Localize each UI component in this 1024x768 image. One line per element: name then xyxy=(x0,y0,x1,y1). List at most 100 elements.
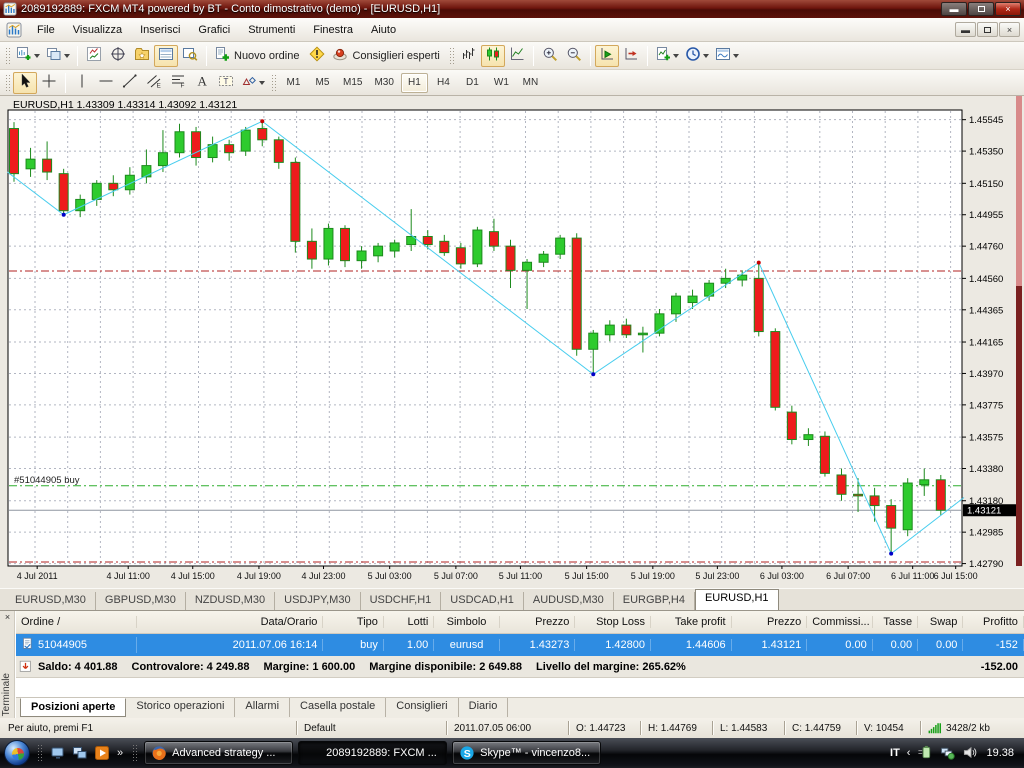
menu-finestra[interactable]: Finestra xyxy=(304,20,362,40)
dropdown-caret-icon[interactable] xyxy=(703,54,709,58)
column-header-10[interactable]: Tasse xyxy=(873,616,918,628)
candlestick-chart-button[interactable] xyxy=(481,45,505,67)
dropdown-caret-icon[interactable] xyxy=(259,81,265,85)
column-header-7[interactable]: Take profit xyxy=(651,616,732,628)
language-indicator[interactable]: IT xyxy=(890,747,900,759)
terminal-tab-casella-postale[interactable]: Casella postale xyxy=(290,698,386,717)
clock[interactable]: 19.38 xyxy=(986,747,1014,759)
mdi-minimize-button[interactable]: ▬ xyxy=(955,22,976,37)
timeframe-mn[interactable]: MN xyxy=(517,73,544,93)
column-header-12[interactable]: Profitto xyxy=(963,616,1023,628)
column-header-8[interactable]: Prezzo xyxy=(732,616,808,628)
plot-area[interactable] xyxy=(8,110,962,566)
chart-shift-button[interactable] xyxy=(619,45,643,67)
column-header-9[interactable]: Commissi... xyxy=(807,616,873,628)
dropdown-caret-icon[interactable] xyxy=(34,54,40,58)
zoom-in-button[interactable] xyxy=(538,45,562,67)
menu-visualizza[interactable]: Visualizza xyxy=(64,20,131,40)
balance-arrow-icon[interactable] xyxy=(19,660,32,673)
text-button[interactable]: A xyxy=(190,72,214,94)
terminal-tab-diario[interactable]: Diario xyxy=(459,698,509,717)
switch-windows-icon[interactable] xyxy=(71,744,89,762)
timeframe-m5[interactable]: M5 xyxy=(309,73,336,93)
cursor-button[interactable] xyxy=(13,72,37,94)
text-label-button[interactable]: T xyxy=(214,72,238,94)
column-header-0[interactable]: Ordine / xyxy=(16,616,137,628)
chart-tab-eurgbp-h4[interactable]: EURGBP,H4 xyxy=(614,592,695,610)
volume-icon[interactable] xyxy=(963,745,979,761)
vertical-line-button[interactable] xyxy=(70,72,94,94)
terminal-tab-posizioni-aperte[interactable]: Posizioni aperte xyxy=(20,698,126,717)
open-position-row[interactable]: 510449052011.07.06 16:14buy1.00eurusd1.4… xyxy=(16,634,1024,656)
menu-aiuto[interactable]: Aiuto xyxy=(362,20,405,40)
column-header-6[interactable]: Stop Loss xyxy=(575,616,651,628)
price-chart[interactable]: 1.455451.453501.451501.449551.447601.445… xyxy=(0,96,1024,588)
column-header-2[interactable]: Tipo xyxy=(323,616,383,628)
menu-file[interactable]: File xyxy=(28,20,64,40)
close-button[interactable]: × xyxy=(995,2,1021,16)
chart-tab-usdjpy-m30[interactable]: USDJPY,M30 xyxy=(275,592,360,610)
expert-advisors-button[interactable]: Consiglieri esperti xyxy=(329,45,445,67)
timeframe-m15[interactable]: M15 xyxy=(338,73,367,93)
auto-scroll-button[interactable] xyxy=(595,45,619,67)
column-header-1[interactable]: Data/Orario xyxy=(137,616,323,628)
periods-button[interactable] xyxy=(682,45,712,67)
power-icon[interactable] xyxy=(917,745,933,761)
mdi-restore-button[interactable] xyxy=(977,22,998,37)
terminal-vertical-label[interactable]: Terminale xyxy=(1,673,12,716)
horizontal-line-button[interactable] xyxy=(94,72,118,94)
chart-tab-nzdusd-m30[interactable]: NZDUSD,M30 xyxy=(186,592,275,610)
menu-inserisci[interactable]: Inserisci xyxy=(131,20,189,40)
fibonacci-button[interactable]: F xyxy=(166,72,190,94)
column-header-11[interactable]: Swap xyxy=(918,616,963,628)
chart-tab-audusd-m30[interactable]: AUDUSD,M30 xyxy=(524,592,614,610)
equidistant-channel-button[interactable]: E xyxy=(142,72,166,94)
maximize-button[interactable] xyxy=(968,2,994,16)
task-firefox[interactable]: Advanced strategy ... xyxy=(144,741,293,765)
market-watch-button[interactable] xyxy=(82,45,106,67)
network-icon[interactable] xyxy=(940,745,956,761)
chart-tab-eurusd-m30[interactable]: EURUSD,M30 xyxy=(6,592,96,610)
templates-button[interactable] xyxy=(712,45,742,67)
task-mt4[interactable]: 2089192889: FXCM ... xyxy=(298,741,447,765)
warning-button[interactable] xyxy=(305,45,329,67)
terminal-tab-consiglieri[interactable]: Consiglieri xyxy=(386,698,458,717)
mdi-close-button[interactable]: × xyxy=(999,22,1020,37)
terminal-close-icon[interactable]: × xyxy=(2,612,13,623)
arrows-button[interactable] xyxy=(238,72,268,94)
timeframe-d1[interactable]: D1 xyxy=(459,73,486,93)
trendline-button[interactable] xyxy=(118,72,142,94)
bar-chart-button[interactable] xyxy=(457,45,481,67)
timeframe-m30[interactable]: M30 xyxy=(369,73,398,93)
column-header-5[interactable]: Prezzo xyxy=(500,616,576,628)
timeframe-h4[interactable]: H4 xyxy=(430,73,457,93)
start-button[interactable] xyxy=(4,740,30,766)
minimize-button[interactable]: ▬ xyxy=(941,2,967,16)
dropdown-caret-icon[interactable] xyxy=(733,54,739,58)
menu-grafici[interactable]: Grafici xyxy=(189,20,239,40)
column-header-3[interactable]: Lotti xyxy=(384,616,434,628)
indicators-button[interactable] xyxy=(652,45,682,67)
navigator-button[interactable] xyxy=(130,45,154,67)
quicklaunch-chevron[interactable]: » xyxy=(115,747,125,759)
chart-tab-gbpusd-m30[interactable]: GBPUSD,M30 xyxy=(96,592,186,610)
menu-strumenti[interactable]: Strumenti xyxy=(239,20,304,40)
status-profile[interactable]: Default xyxy=(296,718,446,738)
terminal-tab-allarmi[interactable]: Allarmi xyxy=(235,698,290,717)
data-window-button[interactable] xyxy=(106,45,130,67)
terminal-tab-storico-operazioni[interactable]: Storico operazioni xyxy=(126,698,235,717)
timeframe-h1[interactable]: H1 xyxy=(401,73,428,93)
title-bar[interactable]: 2089192889: FXCM MT4 powered by BT - Con… xyxy=(0,0,1024,18)
chart-tab-usdchf-h1[interactable]: USDCHF,H1 xyxy=(361,592,442,610)
chart-tab-usdcad-h1[interactable]: USDCAD,H1 xyxy=(441,592,524,610)
task-skype[interactable]: SSkype™ - vincenzo8... xyxy=(452,741,601,765)
strategy-tester-button[interactable] xyxy=(178,45,202,67)
show-desktop-icon[interactable] xyxy=(49,744,67,762)
timeframe-m1[interactable]: M1 xyxy=(280,73,307,93)
column-header-4[interactable]: Simbolo xyxy=(434,616,500,628)
profiles-button[interactable] xyxy=(43,45,73,67)
dropdown-caret-icon[interactable] xyxy=(673,54,679,58)
crosshair-button[interactable] xyxy=(37,72,61,94)
new-order-button[interactable]: Nuovo ordine xyxy=(211,45,305,67)
terminal-panel-button[interactable] xyxy=(154,45,178,67)
